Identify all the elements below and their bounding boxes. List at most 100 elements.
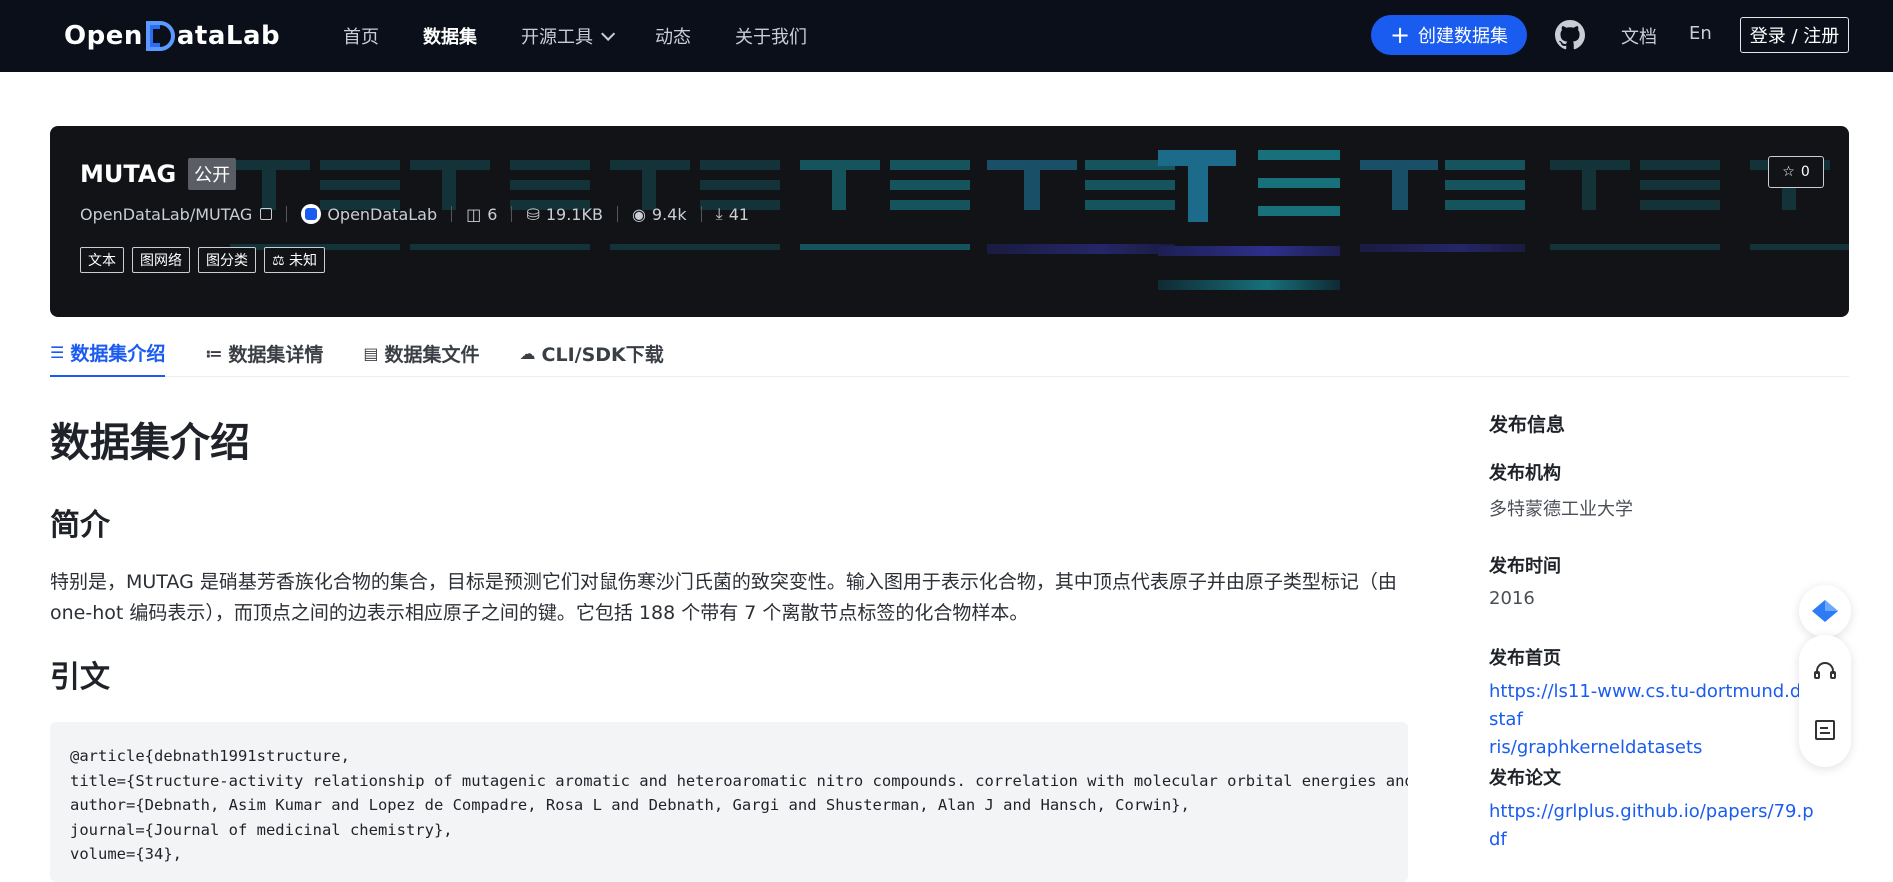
dataset-tabs: ☰ 数据集介绍 ≔ 数据集详情 ▤ 数据集文件 ☁ CLI/SDK下载 [50,330,1849,377]
login-register-button[interactable]: 登录 / 注册 [1740,17,1849,53]
logo-text-datalab: ataLab [176,21,281,51]
star-button[interactable]: ☆ 0 [1768,156,1824,188]
nav-item-label: 开源工具 [521,27,593,48]
copy-icon[interactable] [260,208,273,220]
file-icon: ▤ [363,344,379,363]
homepage-label: 发布首页 [1489,648,1561,669]
meta-divider [511,206,513,222]
publisher-name: OpenDataLab [327,204,438,224]
plus-icon: + [1389,21,1411,49]
opendatalab-logo[interactable]: Open ataLab [64,16,280,56]
logo-text-open: Open [64,21,143,51]
tab-dataset-files[interactable]: ▤ 数据集文件 [363,330,479,377]
headset-icon[interactable] [1812,659,1838,685]
files-icon: ◫ [466,204,482,224]
nav-item-label: 关于我们 [735,27,807,48]
repo-path-text: OpenDataLab/MUTAG [80,204,253,224]
tab-label: 数据集文件 [384,344,480,366]
code-line: journal={Journal of medicinal chemistry}… [70,820,453,839]
dataset-tags: 文本 图网络 图分类 ⚖ 未知 [80,247,326,273]
nav-item-home[interactable]: 首页 [343,23,379,49]
code-line: author={Debnath, Asim Kumar and Lopez de… [70,796,1190,814]
feedback-icon[interactable] [1812,717,1838,743]
storage-icon: ⛁ [526,204,540,224]
dataset-name: MUTAG [80,160,177,188]
nav-menu: 首页 数据集 开源工具 动态 关于我们 [343,0,851,72]
file-count: ◫ 6 [466,205,497,224]
paper-label: 发布论文 [1489,768,1561,789]
meta-divider [700,206,702,222]
publisher-org-value: 多特蒙德工业大学 [1489,499,1633,520]
eye-icon: ◉ [631,204,646,224]
publish-time-label: 发布时间 [1489,556,1561,577]
nav-item-about[interactable]: 关于我们 [735,23,807,49]
github-icon[interactable] [1555,20,1585,50]
license-value: 未知 [289,253,318,269]
floating-app-button[interactable] [1799,585,1851,637]
file-count-value: 6 [487,204,498,224]
tab-label: 数据集介绍 [70,343,166,365]
publish-info-title: 发布信息 [1489,414,1566,436]
homepage-link-line2: ris/graphkerneldatasets [1489,737,1703,758]
cloud-download-icon: ☁ [519,344,536,363]
publisher[interactable]: OpenDataLab [301,204,437,224]
intro-heading: 简介 [50,508,110,543]
visibility-badge: 公开 [188,158,237,190]
download-icon: ⤓ [715,204,723,223]
dataset-size: ⛁ 19.1KB [526,205,603,224]
dataset-size-value: 19.1KB [545,204,603,224]
citation-heading: 引文 [50,660,110,695]
citation-code-block: @article{debnath1991structure, title={Str… [50,722,1408,882]
homepage-link[interactable]: https://ls11-www.cs.tu-dortmund.de/staf r… [1489,678,1819,762]
nav-item-label: 数据集 [423,27,477,48]
nav-item-news[interactable]: 动态 [655,23,691,49]
meta-divider [451,206,453,222]
tab-label: CLI/SDK下载 [541,344,664,366]
diamond-logo-icon [1812,600,1838,622]
nav-item-open-tools[interactable]: 开源工具 [521,23,616,49]
create-dataset-label: 创建数据集 [1418,26,1509,47]
meta-divider [616,206,618,222]
create-dataset-button[interactable]: + 创建数据集 [1371,15,1527,55]
paper-link[interactable]: https://grlplus.github.io/papers/79.pdf [1489,798,1819,854]
view-count: ◉ 9.4k [632,205,687,224]
top-navbar: Open ataLab 首页 数据集 开源工具 动态 关于我们 + 创建数据集 … [0,0,1893,72]
repo-path: OpenDataLab/MUTAG [80,204,273,224]
publisher-org-label: 发布机构 [1489,463,1561,484]
meta-divider [286,206,288,222]
tag-license[interactable]: ⚖ 未知 [264,247,326,273]
tab-label: 数据集详情 [228,344,324,366]
page-title: 数据集介绍 [50,420,250,466]
publisher-avatar-icon [301,204,322,224]
download-count: ⤓ 41 [716,204,749,224]
tab-cli-sdk-download[interactable]: ☁ CLI/SDK下载 [520,330,664,377]
language-switch[interactable]: En [1689,23,1712,44]
code-line: title={Structure-activity relationship o… [70,771,1408,790]
code-line: @article{debnath1991structure, [70,747,350,765]
star-icon: ☆ [1782,164,1795,180]
tag-graph-classification[interactable]: 图分类 [198,247,256,273]
view-count-value: 9.4k [651,204,687,224]
nav-item-datasets[interactable]: 数据集 [423,23,477,49]
dataset-hero-banner: MUTAG 公开 OpenDataLab/MUTAG OpenDataLab ◫… [50,126,1849,317]
docs-link[interactable]: 文档 [1621,23,1657,49]
download-count-value: 41 [728,204,750,224]
list-icon: ≔ [205,344,223,363]
scale-icon: ⚖ [272,253,285,269]
publish-info-sidebar: 发布信息 发布机构 多特蒙德工业大学 发布时间 2016 发布首页 https:… [1489,410,1849,850]
logo-d-icon [145,21,175,51]
nav-item-label: 动态 [655,27,691,48]
tab-dataset-details[interactable]: ≔ 数据集详情 [205,330,323,377]
star-count: 0 [1800,164,1810,180]
tab-dataset-intro[interactable]: ☰ 数据集介绍 [50,330,166,377]
intro-paragraph: 特别是，MUTAG 是硝基芳香族化合物的集合，目标是预测它们对鼠伤寒沙门氏菌的致… [50,571,1397,624]
tag-text[interactable]: 文本 [80,247,124,273]
database-icon: ☰ [50,343,65,362]
floating-toolbar [1799,635,1851,767]
tag-graph-network[interactable]: 图网络 [132,247,190,273]
dataset-meta-row: OpenDataLab/MUTAG OpenDataLab ◫ 6 ⛁ 19.1… [80,204,749,224]
chevron-down-icon [601,26,616,41]
dataset-title-row: MUTAG 公开 [80,158,237,190]
nav-item-label: 首页 [343,27,379,48]
dataset-intro-content: 数据集介绍 简介 特别是，MUTAG 是硝基芳香族化合物的集合，目标是预测它们对… [50,400,1408,882]
